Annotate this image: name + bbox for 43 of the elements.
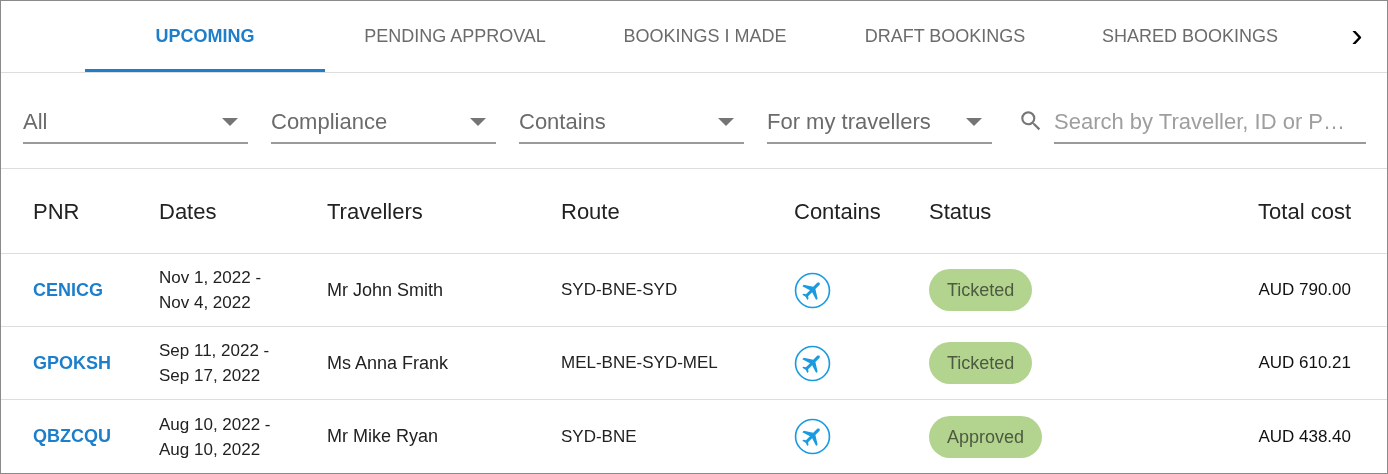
route-text: MEL-BNE-SYD-MEL [561,353,718,373]
filter-dropdown[interactable]: All [23,97,248,144]
column-header: Travellers [327,197,424,226]
filter-dropdown[interactable]: Compliance [271,97,496,144]
total-cost: AUD 610.21 [1258,353,1351,373]
tab[interactable]: PENDING APPROVAL [325,1,585,72]
tab[interactable]: SHARED BOOKINGS [1065,1,1315,72]
status-badge: Approved [929,415,1043,458]
caret-icon [966,117,982,126]
pnr-link[interactable]: CENICG [33,279,103,300]
filter-dropdown[interactable]: Contains [519,97,744,144]
traveller-name: Ms Anna Frank [327,352,449,373]
column-header: Total cost [1257,197,1352,226]
caret-icon [222,117,238,126]
route-text: SYD-BNE-SYD [561,280,678,300]
plane-icon [794,418,831,455]
route-text: SYD-BNE [561,426,637,446]
tab[interactable]: DRAFT BOOKINGS [825,1,1065,72]
caret-icon [718,117,734,126]
status-badge: Ticketed [929,269,1033,311]
traveller-name: Mr Mike Ryan [327,426,438,446]
tab[interactable]: BOOKINGS I MADE [585,1,825,72]
pnr-link[interactable]: QBZCQU [33,426,111,446]
traveller-name: Mr John Smith [327,279,444,300]
tab-scroll-button[interactable]: › [1327,1,1387,72]
date-range: Aug 10, 2022 - Aug 10, 2022 [159,414,271,459]
total-cost: AUD 438.40 [1258,426,1351,446]
caret-icon [470,117,486,126]
date-range: Sep 11, 2022 - Sep 17, 2022 [159,341,270,385]
search-field[interactable]: Search by Traveller, ID or P… [1054,97,1366,144]
column-header: Dates [159,197,218,226]
column-header: Route [561,197,621,226]
date-range: Nov 1, 2022 - Nov 4, 2022 [159,268,262,312]
plane-icon [794,344,831,382]
tab[interactable]: UPCOMING [85,1,325,72]
column-header: PNR [32,197,81,226]
total-cost: AUD 790.00 [1258,280,1351,300]
column-header: Contains [794,197,882,226]
filter-dropdown[interactable]: For my travellers [767,97,992,144]
plane-icon [794,271,831,309]
status-badge: Ticketed [929,342,1033,384]
pnr-link[interactable]: GPOKSH [33,352,111,373]
column-header: Status [929,197,993,226]
